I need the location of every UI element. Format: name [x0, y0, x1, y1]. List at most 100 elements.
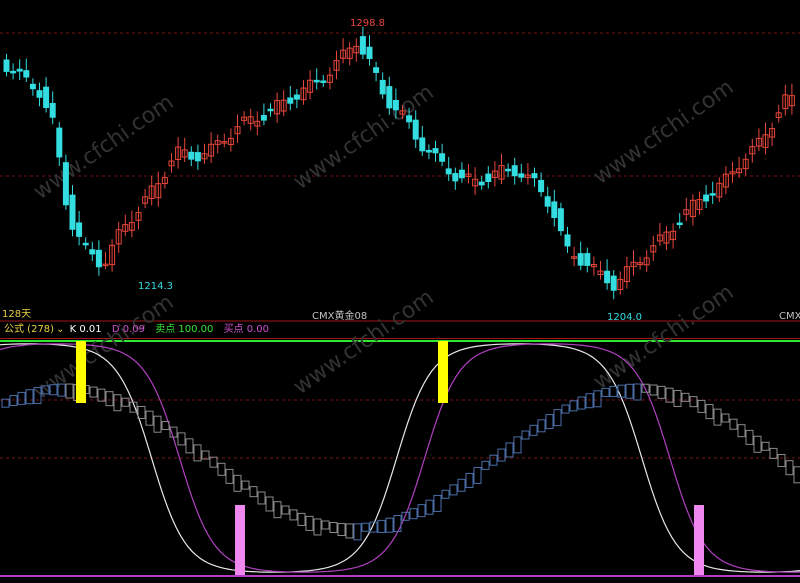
sell-signal-marker	[438, 341, 448, 403]
price-candle	[3, 59, 10, 72]
indicator-box	[209, 456, 218, 468]
indicator-box	[329, 522, 338, 534]
price-candle	[610, 275, 617, 291]
price-candle	[320, 80, 327, 83]
price-candle	[518, 173, 525, 178]
indicator-box	[513, 436, 522, 454]
indicator-box	[121, 397, 130, 407]
price-candle	[260, 115, 267, 121]
price-candle	[406, 115, 413, 123]
indicator-box	[649, 384, 658, 396]
price-candle	[313, 79, 320, 83]
indicator-box	[713, 408, 722, 426]
indicator-box	[585, 393, 594, 409]
price-candle	[531, 173, 538, 179]
price-candle	[82, 242, 89, 246]
d-value: D 0.09	[111, 324, 146, 335]
formula-label: 公式 (278)	[4, 324, 55, 335]
formula-selector[interactable]: 公式 (278) ⌄	[4, 324, 68, 335]
price-candle	[366, 46, 373, 60]
indicator-box	[337, 523, 346, 537]
price-candle	[89, 249, 96, 255]
indicator-box	[25, 389, 34, 405]
indicator-box	[529, 424, 538, 436]
indicator-box	[105, 391, 114, 407]
price-candle	[188, 151, 195, 160]
indicator-box	[793, 466, 800, 484]
price-candle	[478, 181, 485, 186]
indicator-box	[113, 394, 122, 412]
indicator-box	[593, 390, 602, 408]
indicator-box	[345, 523, 354, 539]
indicator-box	[457, 478, 466, 492]
price-candle	[551, 201, 558, 219]
price-candle	[379, 79, 386, 95]
indicator-box	[465, 472, 474, 488]
indicator-box	[721, 413, 730, 423]
indicator-box	[785, 460, 794, 476]
watermark-text: www.cfchi.com	[289, 285, 438, 400]
period-label: 128天	[2, 309, 32, 320]
price-candle	[412, 119, 419, 140]
watermark-text: www.cfchi.com	[589, 75, 738, 190]
indicator-box	[313, 518, 322, 536]
indicator-box	[225, 468, 234, 484]
buy-signal-marker	[694, 505, 704, 575]
price-candle	[445, 168, 452, 175]
indicator-box	[473, 466, 482, 484]
price-candle	[604, 270, 611, 284]
price-candle	[419, 137, 426, 152]
indicator-box	[353, 523, 362, 541]
indicator-box	[505, 442, 514, 458]
indicator-box	[377, 519, 386, 533]
price-candle	[267, 108, 274, 112]
sell-signal-marker	[76, 341, 86, 403]
indicator-box	[97, 388, 106, 402]
price-candle	[584, 253, 591, 266]
price-candle	[36, 90, 43, 98]
low-price-label-1: 1214.3	[138, 281, 173, 292]
indicator-box	[425, 499, 434, 515]
price-candle	[49, 102, 56, 118]
price-candle	[439, 153, 446, 162]
indicator-bar: 公式 (278) ⌄ K 0.01 D 0.09 卖点 100.00 买点 0.0…	[0, 322, 800, 338]
price-candle	[557, 208, 564, 232]
price-candle	[43, 86, 50, 108]
price-candle	[56, 127, 63, 158]
price-candle	[544, 196, 551, 207]
k-value: K 0.01	[69, 324, 102, 335]
price-candle	[452, 173, 459, 182]
price-candle	[95, 249, 102, 268]
price-candle	[373, 67, 380, 73]
price-candle	[16, 68, 23, 72]
price-candle	[676, 222, 683, 226]
price-candle	[511, 165, 518, 177]
price-candle	[386, 86, 393, 109]
price-candle	[62, 162, 69, 206]
price-candle	[23, 70, 30, 78]
indicator-box	[761, 441, 770, 451]
indicator-box	[481, 460, 490, 470]
indicator-box	[489, 454, 498, 466]
indicator-box	[657, 385, 666, 399]
price-candle	[10, 70, 17, 74]
price-candle	[432, 148, 439, 154]
kline-chart[interactable]: www.cfchi.com www.cfchi.com www.cfchi.comw…	[0, 0, 800, 583]
indicator-box	[497, 448, 506, 462]
indicator-box	[577, 396, 586, 410]
indicator-box	[617, 384, 626, 398]
indicator-box	[185, 438, 194, 454]
indicator-box	[17, 391, 26, 405]
indicator-box	[393, 515, 402, 533]
indicator-box	[305, 515, 314, 531]
indicator-box	[257, 491, 266, 505]
sell-point-value: 卖点 100.00	[155, 324, 214, 335]
indicator-box	[177, 432, 186, 446]
price-candle	[564, 234, 571, 247]
indicator-box	[249, 486, 258, 498]
price-candle	[703, 194, 710, 202]
indicator-box	[537, 419, 546, 433]
indicator-box	[281, 505, 290, 515]
indicator-box	[89, 386, 98, 398]
indicator-box	[441, 489, 450, 499]
